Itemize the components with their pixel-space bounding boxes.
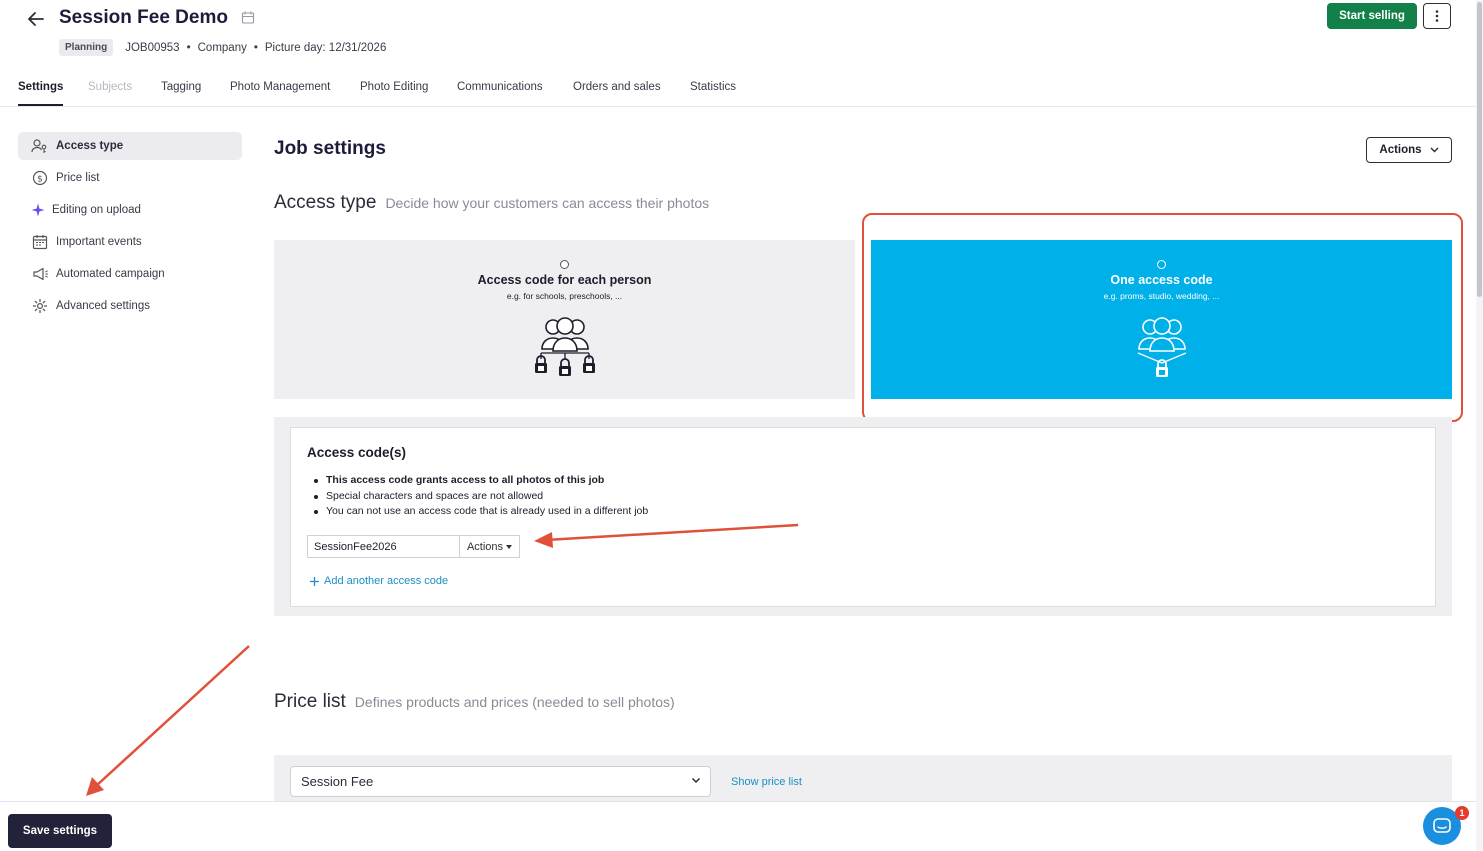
sidebar-item-access-type[interactable]: Access type xyxy=(18,132,242,160)
code-actions-label: Actions xyxy=(466,540,504,553)
more-options-button[interactable] xyxy=(1423,3,1451,29)
tab-settings[interactable]: Settings xyxy=(18,81,64,106)
sidebar-item-automated-campaign[interactable]: Automated campaign xyxy=(18,260,242,288)
back-arrow-icon[interactable] xyxy=(24,8,48,30)
tab-subjects[interactable]: Subjects xyxy=(88,81,132,93)
tab-statistics[interactable]: Statistics xyxy=(690,81,736,93)
option-title: Access code for each person xyxy=(477,273,652,287)
tab-photo-editing[interactable]: Photo Editing xyxy=(360,81,428,93)
access-option-each-person[interactable]: Access code for each person e.g. for sch… xyxy=(274,240,855,399)
price-list-selected: Session Fee xyxy=(301,774,374,789)
access-type-heading: Access type Decide how your customers ca… xyxy=(274,192,709,214)
option-subtitle: e.g. proms, studio, wedding, ... xyxy=(1103,291,1220,301)
sidebar-item-important-events[interactable]: Important events xyxy=(18,228,242,256)
actions-dropdown-button[interactable]: Actions xyxy=(1366,137,1452,163)
save-settings-button[interactable]: Save settings xyxy=(8,814,112,848)
code-actions-dropdown[interactable]: Actions xyxy=(459,535,520,558)
section-title: Access type xyxy=(274,192,377,213)
chat-notification-badge: 1 xyxy=(1455,806,1469,820)
users-key-icon xyxy=(31,137,49,155)
separator-dot: • xyxy=(186,41,191,54)
picture-day: Picture day: 12/31/2026 xyxy=(264,41,387,54)
sidebar-item-label: Advanced settings xyxy=(56,300,150,312)
group-single-lock-icon xyxy=(1137,317,1186,377)
tab-photo-management[interactable]: Photo Management xyxy=(230,81,330,93)
chat-icon xyxy=(1433,817,1451,833)
rule-item: You can not use an access code that is a… xyxy=(313,504,648,520)
caret-down-icon xyxy=(506,544,513,549)
section-subtitle: Defines products and prices (needed to s… xyxy=(354,694,675,710)
job-settings-title: Job settings xyxy=(274,138,386,159)
radio-button[interactable] xyxy=(1157,260,1166,269)
svg-text:$: $ xyxy=(37,175,43,185)
start-selling-button[interactable]: Start selling xyxy=(1327,3,1417,29)
job-type: Company xyxy=(197,41,247,54)
calendar-icon xyxy=(31,233,49,251)
calendar-edit-icon[interactable] xyxy=(241,10,256,25)
sidebar-item-label: Price list xyxy=(56,172,100,184)
scrollbar-thumb[interactable] xyxy=(1477,2,1482,297)
sparkle-icon xyxy=(29,201,47,219)
job-id: JOB00953 xyxy=(125,41,180,54)
sidebar-item-label: Access type xyxy=(56,140,124,152)
price-list-heading: Price list Defines products and prices (… xyxy=(274,691,675,713)
section-title: Price list xyxy=(274,691,346,712)
page-header: Session Fee Demo Planning JOB00953 • Com… xyxy=(0,0,1483,70)
sidebar-item-label: Important events xyxy=(56,236,142,248)
group-multiple-locks-icon xyxy=(534,317,595,376)
annotation-arrow-save xyxy=(95,645,250,787)
rule-item: This access code grants access to all ph… xyxy=(313,473,648,489)
show-price-list-link[interactable]: Show price list xyxy=(731,776,802,788)
section-subtitle: Decide how your customers can access the… xyxy=(385,195,710,211)
add-access-code-label: Add another access code xyxy=(324,575,449,587)
plus-icon xyxy=(310,576,319,586)
access-codes-title: Access code(s) xyxy=(307,445,407,460)
radio-button[interactable] xyxy=(560,260,569,269)
kebab-icon xyxy=(1435,10,1439,22)
sidebar-item-editing-on-upload[interactable]: Editing on upload xyxy=(18,196,242,224)
annotation-arrowhead-save xyxy=(86,777,104,796)
gear-icon xyxy=(31,297,49,315)
tab-tagging[interactable]: Tagging xyxy=(161,81,201,93)
dollar-circle-icon: $ xyxy=(31,169,49,187)
sidebar-item-advanced-settings[interactable]: Advanced settings xyxy=(18,292,242,320)
page-title: Session Fee Demo xyxy=(59,7,228,28)
job-meta: Planning JOB00953 • Company • Picture da… xyxy=(59,39,386,56)
sticky-footer xyxy=(0,801,1483,851)
actions-label: Actions xyxy=(1379,144,1422,156)
separator-dot: • xyxy=(253,41,258,54)
job-tabs: Settings Subjects Tagging Photo Manageme… xyxy=(0,78,1483,107)
option-title: One access code xyxy=(1110,273,1213,287)
status-badge: Planning xyxy=(59,39,114,56)
chevron-down-icon xyxy=(1430,147,1439,153)
price-list-select[interactable]: Session Fee xyxy=(290,766,711,797)
sidebar-item-label: Automated campaign xyxy=(56,268,165,280)
megaphone-icon xyxy=(31,265,49,283)
option-subtitle: e.g. for schools, preschools, ... xyxy=(506,291,623,301)
access-code-input[interactable] xyxy=(307,535,459,558)
add-access-code-link[interactable]: Add another access code xyxy=(310,575,448,587)
access-option-one-code[interactable]: One access code e.g. proms, studio, wedd… xyxy=(871,240,1452,399)
tab-communications[interactable]: Communications xyxy=(457,81,543,93)
sidebar-item-label: Editing on upload xyxy=(52,204,141,216)
rule-item: Special characters and spaces are not al… xyxy=(313,489,648,505)
access-code-rules: This access code grants access to all ph… xyxy=(313,473,648,520)
chevron-down-icon xyxy=(691,777,701,784)
sidebar-item-price-list[interactable]: $ Price list xyxy=(18,164,242,192)
tab-orders-and-sales[interactable]: Orders and sales xyxy=(573,81,661,93)
